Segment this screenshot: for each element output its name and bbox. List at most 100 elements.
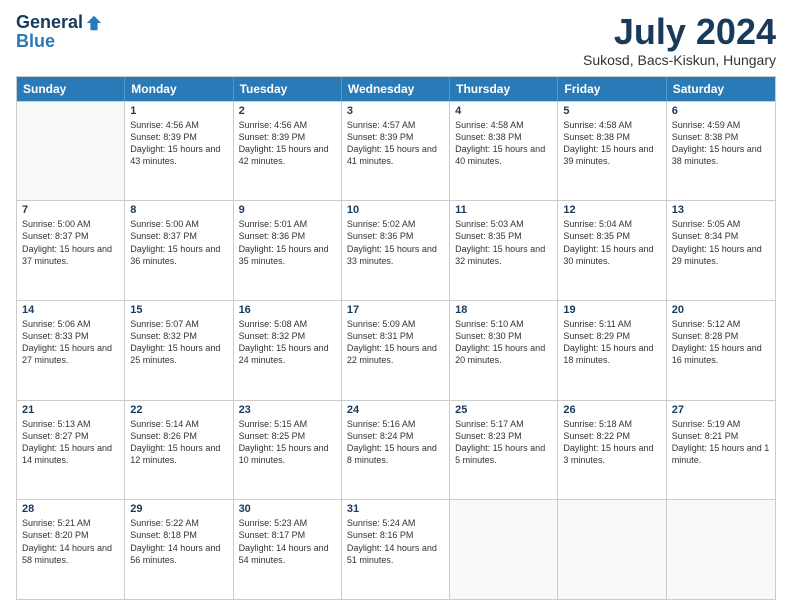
location: Sukosd, Bacs-Kiskun, Hungary bbox=[583, 52, 776, 68]
cell-info: Sunrise: 5:19 AM Sunset: 8:21 PM Dayligh… bbox=[672, 418, 770, 467]
cell-info: Sunrise: 5:14 AM Sunset: 8:26 PM Dayligh… bbox=[130, 418, 227, 467]
table-row: 29 Sunrise: 5:22 AM Sunset: 8:18 PM Dayli… bbox=[125, 500, 233, 599]
cell-info: Sunrise: 5:07 AM Sunset: 8:32 PM Dayligh… bbox=[130, 318, 227, 367]
day-number: 6 bbox=[672, 105, 770, 117]
day-number: 26 bbox=[563, 404, 660, 416]
weekday-header-monday: Monday bbox=[125, 77, 233, 101]
day-number: 2 bbox=[239, 105, 336, 117]
day-number: 1 bbox=[130, 105, 227, 117]
table-row: 11 Sunrise: 5:03 AM Sunset: 8:35 PM Dayli… bbox=[450, 201, 558, 300]
table-row: 26 Sunrise: 5:18 AM Sunset: 8:22 PM Dayli… bbox=[558, 401, 666, 500]
day-number: 11 bbox=[455, 204, 552, 216]
table-row: 9Sunrise: 5:01 AM Sunset: 8:36 PM Daylig… bbox=[234, 201, 342, 300]
table-row: 2Sunrise: 4:56 AM Sunset: 8:39 PM Daylig… bbox=[234, 102, 342, 201]
table-row: 12Sunrise: 5:04 AM Sunset: 8:35 PM Dayli… bbox=[558, 201, 666, 300]
cell-info: Sunrise: 4:56 AM Sunset: 8:39 PM Dayligh… bbox=[130, 119, 227, 168]
cell-info: Sunrise: 5:24 AM Sunset: 8:16 PM Dayligh… bbox=[347, 517, 444, 566]
cell-info: Sunrise: 5:05 AM Sunset: 8:34 PM Dayligh… bbox=[672, 218, 770, 267]
cell-info: Sunrise: 5:08 AM Sunset: 8:32 PM Dayligh… bbox=[239, 318, 336, 367]
calendar-week-1: 1 Sunrise: 4:56 AM Sunset: 8:39 PM Daylig… bbox=[17, 101, 775, 201]
cell-info: Sunrise: 5:13 AM Sunset: 8:27 PM Dayligh… bbox=[22, 418, 119, 467]
day-number: 13 bbox=[672, 204, 770, 216]
table-row: 6Sunrise: 4:59 AM Sunset: 8:38 PM Daylig… bbox=[667, 102, 775, 201]
table-row: 21 Sunrise: 5:13 AM Sunset: 8:27 PM Dayli… bbox=[17, 401, 125, 500]
logo-icon bbox=[85, 14, 103, 32]
cell-info: Sunrise: 4:58 AM Sunset: 8:38 PM Dayligh… bbox=[455, 119, 552, 168]
day-number: 23 bbox=[239, 404, 336, 416]
header-right: July 2024 Sukosd, Bacs-Kiskun, Hungary bbox=[583, 12, 776, 68]
day-number: 4 bbox=[455, 105, 552, 117]
cell-info: Sunrise: 5:02 AM Sunset: 8:36 PM Dayligh… bbox=[347, 218, 444, 267]
day-number: 30 bbox=[239, 503, 336, 515]
logo: General Blue bbox=[16, 12, 103, 52]
month-title: July 2024 bbox=[583, 12, 776, 52]
table-row: 18 Sunrise: 5:10 AM Sunset: 8:30 PM Dayli… bbox=[450, 301, 558, 400]
table-row: 5 Sunrise: 4:58 AM Sunset: 8:38 PM Daylig… bbox=[558, 102, 666, 201]
day-number: 5 bbox=[563, 105, 660, 117]
table-row: 17 Sunrise: 5:09 AM Sunset: 8:31 PM Dayli… bbox=[342, 301, 450, 400]
table-row bbox=[667, 500, 775, 599]
table-row: 24Sunrise: 5:16 AM Sunset: 8:24 PM Dayli… bbox=[342, 401, 450, 500]
day-number: 16 bbox=[239, 304, 336, 316]
cell-info: Sunrise: 5:06 AM Sunset: 8:33 PM Dayligh… bbox=[22, 318, 119, 367]
day-number: 31 bbox=[347, 503, 444, 515]
weekday-header-sunday: Sunday bbox=[17, 77, 125, 101]
cell-info: Sunrise: 5:09 AM Sunset: 8:31 PM Dayligh… bbox=[347, 318, 444, 367]
cell-info: Sunrise: 5:00 AM Sunset: 8:37 PM Dayligh… bbox=[130, 218, 227, 267]
day-number: 17 bbox=[347, 304, 444, 316]
cell-info: Sunrise: 5:22 AM Sunset: 8:18 PM Dayligh… bbox=[130, 517, 227, 566]
table-row: 28 Sunrise: 5:21 AM Sunset: 8:20 PM Dayli… bbox=[17, 500, 125, 599]
calendar-week-4: 21 Sunrise: 5:13 AM Sunset: 8:27 PM Dayli… bbox=[17, 400, 775, 500]
logo-general: General bbox=[16, 12, 83, 33]
table-row: 20 Sunrise: 5:12 AM Sunset: 8:28 PM Dayli… bbox=[667, 301, 775, 400]
table-row: 15 Sunrise: 5:07 AM Sunset: 8:32 PM Dayli… bbox=[125, 301, 233, 400]
table-row bbox=[558, 500, 666, 599]
cell-info: Sunrise: 5:18 AM Sunset: 8:22 PM Dayligh… bbox=[563, 418, 660, 467]
table-row: 16 Sunrise: 5:08 AM Sunset: 8:32 PM Dayli… bbox=[234, 301, 342, 400]
table-row bbox=[450, 500, 558, 599]
cell-info: Sunrise: 5:04 AM Sunset: 8:35 PM Dayligh… bbox=[563, 218, 660, 267]
table-row: 1 Sunrise: 4:56 AM Sunset: 8:39 PM Daylig… bbox=[125, 102, 233, 201]
weekday-header-thursday: Thursday bbox=[450, 77, 558, 101]
day-number: 22 bbox=[130, 404, 227, 416]
day-number: 19 bbox=[563, 304, 660, 316]
table-row: 3Sunrise: 4:57 AM Sunset: 8:39 PM Daylig… bbox=[342, 102, 450, 201]
cell-info: Sunrise: 5:03 AM Sunset: 8:35 PM Dayligh… bbox=[455, 218, 552, 267]
day-number: 28 bbox=[22, 503, 119, 515]
table-row: 14 Sunrise: 5:06 AM Sunset: 8:33 PM Dayli… bbox=[17, 301, 125, 400]
day-number: 29 bbox=[130, 503, 227, 515]
day-number: 15 bbox=[130, 304, 227, 316]
day-number: 21 bbox=[22, 404, 119, 416]
day-number: 7 bbox=[22, 204, 119, 216]
calendar-week-5: 28 Sunrise: 5:21 AM Sunset: 8:20 PM Dayli… bbox=[17, 499, 775, 599]
cell-info: Sunrise: 5:00 AM Sunset: 8:37 PM Dayligh… bbox=[22, 218, 119, 267]
table-row: 19 Sunrise: 5:11 AM Sunset: 8:29 PM Dayli… bbox=[558, 301, 666, 400]
header: General Blue July 2024 Sukosd, Bacs-Kisk… bbox=[16, 12, 776, 68]
cell-info: Sunrise: 5:16 AM Sunset: 8:24 PM Dayligh… bbox=[347, 418, 444, 467]
cell-info: Sunrise: 5:23 AM Sunset: 8:17 PM Dayligh… bbox=[239, 517, 336, 566]
cell-info: Sunrise: 5:21 AM Sunset: 8:20 PM Dayligh… bbox=[22, 517, 119, 566]
table-row: 22 Sunrise: 5:14 AM Sunset: 8:26 PM Dayli… bbox=[125, 401, 233, 500]
calendar-week-2: 7 Sunrise: 5:00 AM Sunset: 8:37 PM Daylig… bbox=[17, 200, 775, 300]
cell-info: Sunrise: 5:10 AM Sunset: 8:30 PM Dayligh… bbox=[455, 318, 552, 367]
day-number: 27 bbox=[672, 404, 770, 416]
calendar-header: SundayMondayTuesdayWednesdayThursdayFrid… bbox=[17, 77, 775, 101]
day-number: 18 bbox=[455, 304, 552, 316]
weekday-header-saturday: Saturday bbox=[667, 77, 775, 101]
table-row bbox=[17, 102, 125, 201]
cell-info: Sunrise: 5:12 AM Sunset: 8:28 PM Dayligh… bbox=[672, 318, 770, 367]
table-row: 7 Sunrise: 5:00 AM Sunset: 8:37 PM Daylig… bbox=[17, 201, 125, 300]
day-number: 25 bbox=[455, 404, 552, 416]
day-number: 8 bbox=[130, 204, 227, 216]
table-row: 13 Sunrise: 5:05 AM Sunset: 8:34 PM Dayli… bbox=[667, 201, 775, 300]
table-row: 4 Sunrise: 4:58 AM Sunset: 8:38 PM Daylig… bbox=[450, 102, 558, 201]
day-number: 14 bbox=[22, 304, 119, 316]
page: General Blue July 2024 Sukosd, Bacs-Kisk… bbox=[0, 0, 792, 612]
cell-info: Sunrise: 4:58 AM Sunset: 8:38 PM Dayligh… bbox=[563, 119, 660, 168]
cell-info: Sunrise: 5:11 AM Sunset: 8:29 PM Dayligh… bbox=[563, 318, 660, 367]
table-row: 8 Sunrise: 5:00 AM Sunset: 8:37 PM Daylig… bbox=[125, 201, 233, 300]
day-number: 9 bbox=[239, 204, 336, 216]
weekday-header-tuesday: Tuesday bbox=[234, 77, 342, 101]
day-number: 20 bbox=[672, 304, 770, 316]
weekday-header-friday: Friday bbox=[558, 77, 666, 101]
